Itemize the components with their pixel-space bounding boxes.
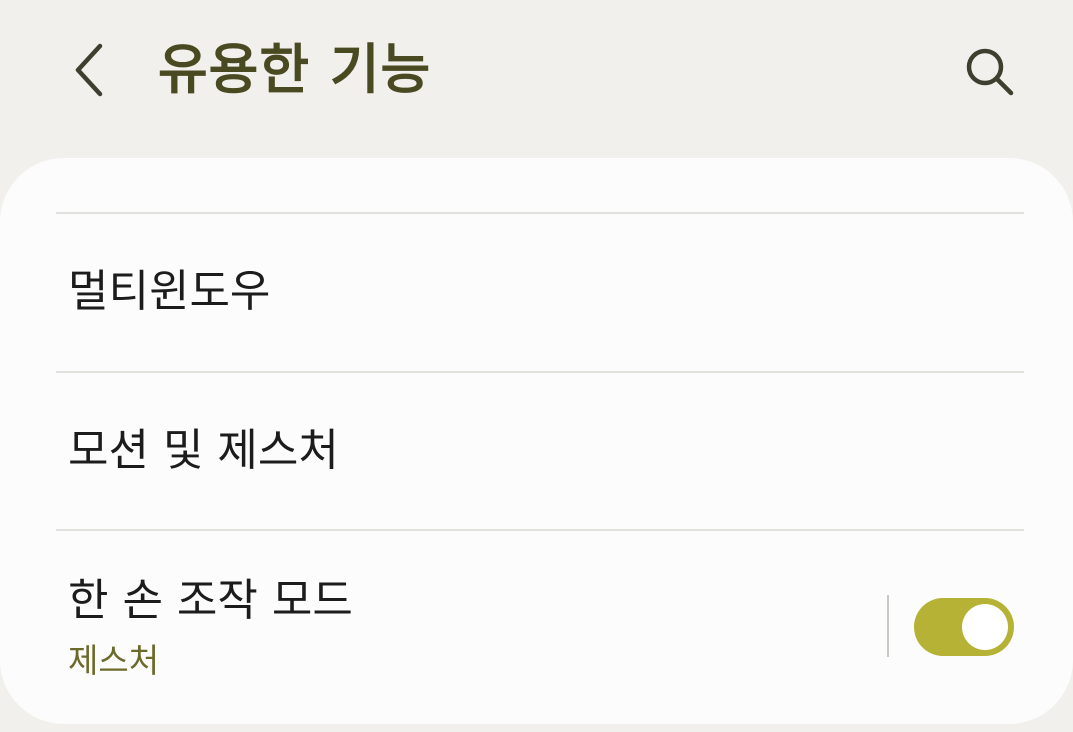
- toggle-separator: [887, 595, 889, 657]
- list-item-multi-window[interactable]: 멀티윈도우: [0, 214, 1073, 370]
- page-title: 유용한 기능: [158, 38, 432, 101]
- one-handed-mode-toggle[interactable]: [914, 598, 1014, 656]
- list-item-label: 모션 및 제스처: [68, 425, 339, 476]
- settings-card: 멀티윈도우 모션 및 제스처 한 손 조작 모드 제스처: [0, 158, 1073, 724]
- search-icon: [966, 48, 1014, 96]
- list-item-sublabel: 제스처: [68, 641, 160, 680]
- list-item-label: 한 손 조작 모드: [68, 575, 353, 626]
- chevron-left-icon: [75, 43, 103, 97]
- list-item-label: 멀티윈도우: [68, 266, 271, 317]
- back-button[interactable]: [58, 34, 122, 106]
- app-header: 유용한 기능: [0, 0, 1073, 150]
- list-item-motions-gestures[interactable]: 모션 및 제스처: [0, 373, 1073, 529]
- search-button[interactable]: [954, 36, 1026, 108]
- list-item-one-handed-mode[interactable]: 한 손 조작 모드 제스처: [0, 531, 880, 724]
- toggle-knob: [962, 604, 1008, 650]
